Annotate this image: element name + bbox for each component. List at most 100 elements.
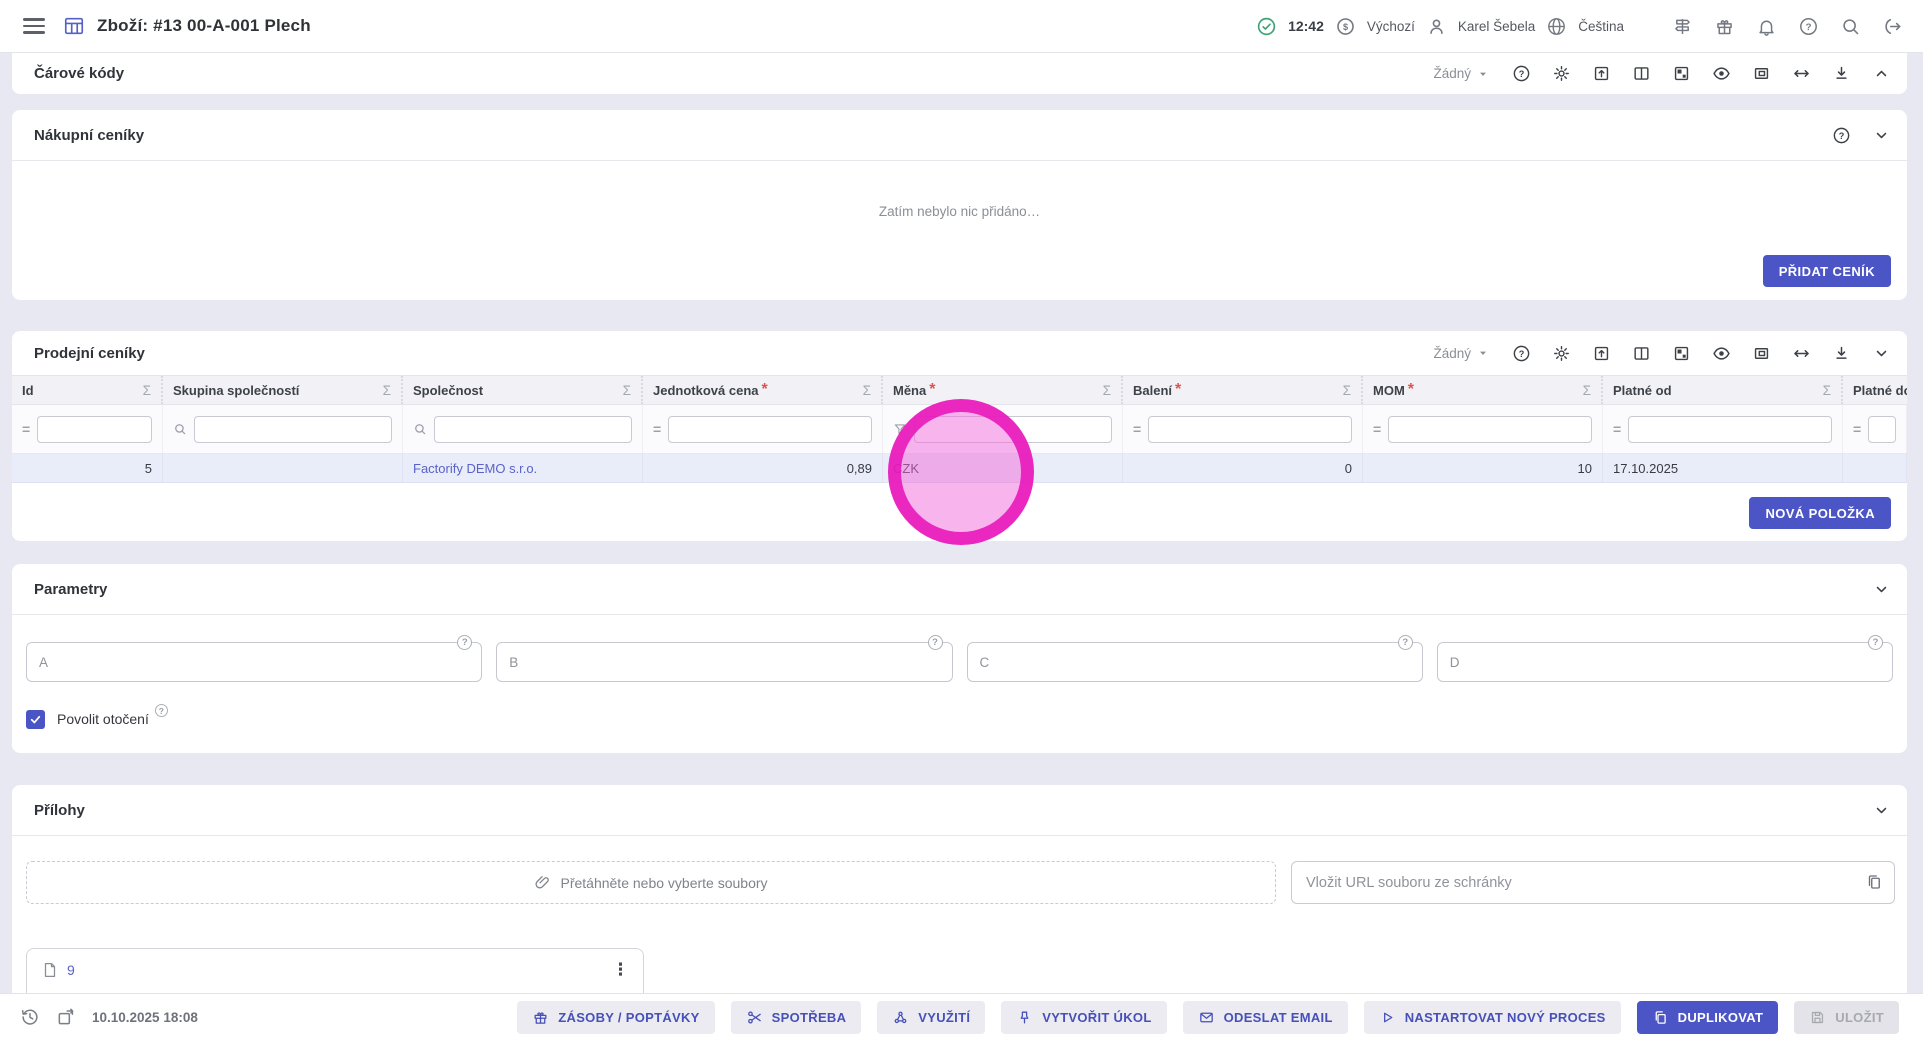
help-icon[interactable]: ? [928,635,943,650]
utilization-button[interactable]: VYUŽITÍ [877,1001,985,1034]
filter-input-company-group[interactable] [194,416,392,443]
filter-input-valid-from[interactable] [1628,416,1832,443]
archive-box-icon[interactable] [1592,344,1611,363]
file-name-link[interactable]: 9 [67,960,75,980]
filter-funnel-icon[interactable] [893,422,907,436]
visibility-eye-icon[interactable] [1712,64,1731,83]
help-icon[interactable]: ? [1512,344,1531,363]
parameter-input-b[interactable] [497,643,951,681]
equals-operator-icon[interactable]: = [22,421,30,437]
help-icon[interactable]: ? [1512,64,1531,83]
create-task-button[interactable]: VYTVOŘIT ÚKOL [1001,1001,1166,1034]
equals-operator-icon[interactable]: = [653,421,661,437]
column-header-valid-from[interactable]: Platné odΣ [1603,376,1843,404]
company-link[interactable]: Factorify DEMO s.r.o. [413,461,537,476]
columns-icon[interactable] [1632,344,1651,363]
collapse-chevron-down-icon[interactable] [1872,580,1891,599]
preset-dropdown[interactable]: Žádný [1433,66,1491,82]
collapse-chevron-down-icon[interactable] [1872,801,1891,820]
filter-input-unit-price[interactable] [434,416,632,443]
collapse-chevron-down-icon[interactable] [1872,344,1891,363]
sigma-icon[interactable]: Σ [1815,383,1831,398]
filter-input-id[interactable] [37,416,152,443]
fit-width-icon[interactable] [1792,64,1811,83]
help-icon[interactable]: ? [1798,16,1819,37]
table-row[interactable]: 5 Factorify DEMO s.r.o. 0,89 CZK 0 10 17… [12,454,1907,483]
sigma-icon[interactable]: Σ [1095,383,1111,398]
focus-frame-icon[interactable] [1752,344,1771,363]
history-icon[interactable] [20,1007,40,1027]
filter-input-packaging[interactable] [1148,416,1352,443]
file-dropzone[interactable]: Přetáhněte nebo vyberte soubory [26,861,1276,904]
visibility-eye-icon[interactable] [1712,344,1731,363]
filter-input-currency[interactable] [914,416,1112,443]
user-name[interactable]: Karel Šebela [1458,19,1535,34]
new-item-button[interactable]: NOVÁ POLOŽKA [1749,497,1891,529]
parameter-input-c[interactable] [968,643,1422,681]
settings-gear-icon[interactable] [1552,344,1571,363]
column-header-mom[interactable]: MOM*Σ [1363,376,1603,404]
collapse-chevron-down-icon[interactable] [1872,126,1891,145]
equals-operator-icon[interactable]: = [1613,421,1621,437]
duplicate-button[interactable]: DUPLIKOVAT [1637,1001,1779,1034]
gift-icon[interactable] [1714,16,1735,37]
filter-input-mom[interactable] [1388,416,1592,443]
column-header-company-group[interactable]: Skupina společnostíΣ [163,376,403,404]
collapse-chevron-up-icon[interactable] [1872,64,1891,83]
column-header-valid-to[interactable]: Platné do [1843,376,1907,404]
help-icon[interactable]: ? [1832,126,1851,145]
download-icon[interactable] [1832,64,1851,83]
column-header-unit-price[interactable]: Jednotková cena*Σ [643,376,883,404]
save-button[interactable]: ULOŽIT [1794,1001,1899,1034]
equals-operator-icon[interactable]: = [1133,421,1141,437]
equals-operator-icon[interactable]: = [1853,421,1861,437]
search-icon[interactable] [1840,16,1861,37]
columns-icon[interactable] [1632,64,1651,83]
archive-box-icon[interactable] [1592,64,1611,83]
sigma-icon[interactable]: Σ [855,383,871,398]
layout-mosaic-icon[interactable] [1672,344,1691,363]
parameter-input-d[interactable] [1438,643,1892,681]
start-process-button[interactable]: NASTARTOVAT NOVÝ PROCES [1364,1001,1621,1034]
column-header-id[interactable]: IdΣ [12,376,163,404]
sigma-icon[interactable]: Σ [615,383,631,398]
help-icon[interactable]: ? [1868,635,1883,650]
menu-icon[interactable] [23,18,45,33]
language-label[interactable]: Čeština [1578,19,1624,34]
layout-mosaic-icon[interactable] [1672,64,1691,83]
currency-coin-icon[interactable]: $ [1335,16,1356,37]
filter-input-valid-to[interactable] [1868,416,1896,443]
search-operator-icon[interactable] [413,422,427,436]
send-email-button[interactable]: ODESLAT EMAIL [1183,1001,1348,1034]
notifications-bell-icon[interactable] [1756,16,1777,37]
paste-clipboard-icon[interactable] [1865,873,1883,891]
open-external-icon[interactable] [56,1007,76,1027]
add-pricelist-button[interactable]: PŘIDAT CENÍK [1763,255,1891,287]
file-url-input[interactable] [1291,861,1895,904]
help-icon[interactable]: ? [1398,635,1413,650]
help-icon[interactable]: ? [155,704,168,717]
sigma-icon[interactable]: Σ [135,383,151,398]
consumption-button[interactable]: SPOTŘEBA [731,1001,862,1034]
column-header-company[interactable]: SpolečnostΣ [403,376,643,404]
profile-preset-label[interactable]: Výchozí [1367,19,1415,34]
stocks-demands-button[interactable]: ZÁSOBY / POPTÁVKY [517,1001,714,1034]
kebab-menu-icon[interactable]: ⋮ [612,960,629,980]
fit-width-icon[interactable] [1792,344,1811,363]
parameter-input-a[interactable] [27,643,481,681]
focus-frame-icon[interactable] [1752,64,1771,83]
column-header-packaging[interactable]: Balení*Σ [1123,376,1363,404]
equals-operator-icon[interactable]: = [1373,421,1381,437]
checkbox-label[interactable]: Povolit otočení [57,710,149,729]
preset-dropdown[interactable]: Žádný [1433,345,1491,361]
signpost-icon[interactable] [1672,16,1693,37]
settings-gear-icon[interactable] [1552,64,1571,83]
download-icon[interactable] [1832,344,1851,363]
sigma-icon[interactable]: Σ [1335,383,1351,398]
search-operator-icon[interactable] [173,422,187,436]
sigma-icon[interactable]: Σ [1575,383,1591,398]
filter-input-unit-price[interactable] [668,416,872,443]
column-header-currency[interactable]: Měna*Σ [883,376,1123,404]
sigma-icon[interactable]: Σ [375,383,391,398]
allow-rotation-checkbox[interactable] [26,710,45,729]
